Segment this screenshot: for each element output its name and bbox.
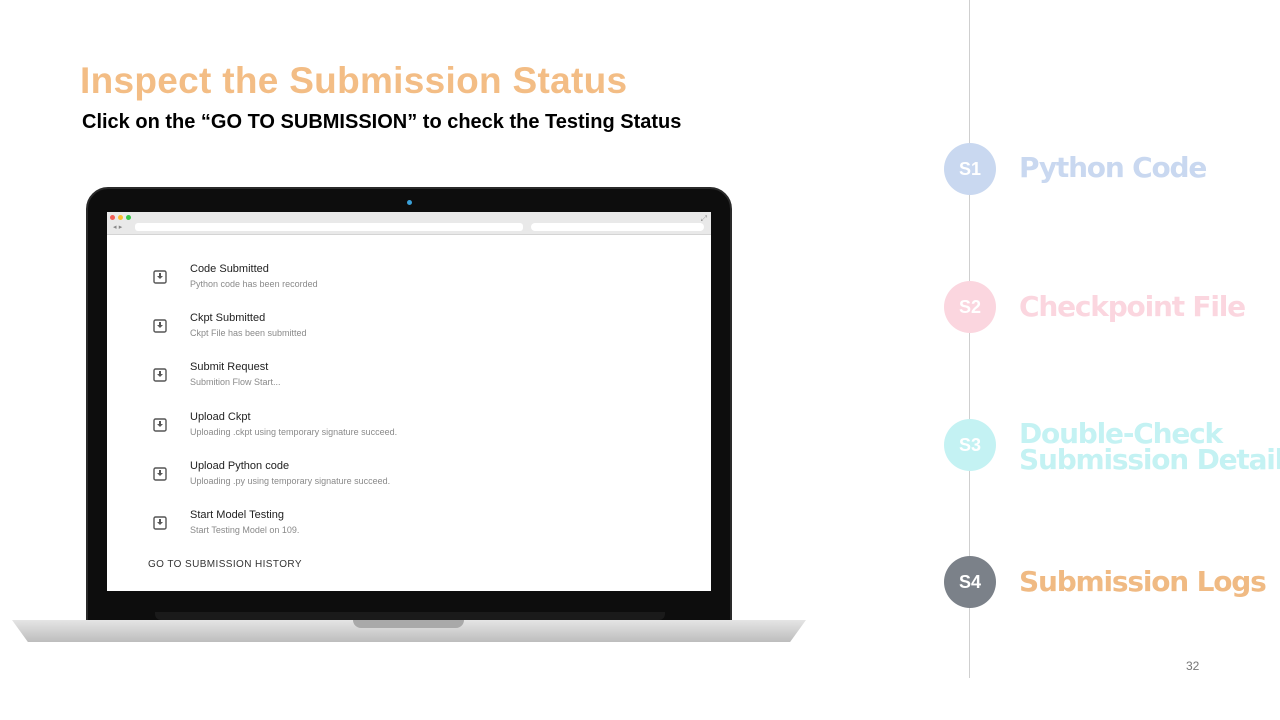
- webcam-icon: [407, 200, 412, 205]
- step-label-submission-logs: Submission Logs: [1019, 565, 1267, 598]
- step-badge-s2: S2: [944, 281, 996, 333]
- log-title: Upload Python code: [190, 460, 290, 472]
- download-icon: [153, 418, 167, 432]
- step-label-line: Submission Logs: [1019, 565, 1267, 598]
- step-badge-s3: S3: [944, 419, 996, 471]
- slide-title: Inspect the Submission Status: [80, 60, 628, 101]
- go-to-submission-history-button[interactable]: GO TO SUBMISSION HISTORY: [148, 559, 302, 570]
- log-title: Submit Request: [190, 361, 269, 373]
- log-description: Submition Flow Start...: [190, 377, 281, 387]
- back-forward-icon[interactable]: ◂ ▸: [113, 223, 122, 231]
- laptop-hinge: [155, 612, 665, 620]
- fullscreen-icon[interactable]: ⤢: [701, 214, 707, 224]
- browser-toolbar: ◂ ▸ ⤢: [107, 212, 711, 235]
- log-description: Uploading .py using temporary signature …: [190, 476, 391, 486]
- page-number: 32: [1186, 659, 1200, 673]
- minimize-window-button[interactable]: [118, 215, 123, 220]
- log-title: Ckpt Submitted: [190, 312, 266, 324]
- log-description: Uploading .ckpt using temporary signatur…: [190, 427, 398, 437]
- laptop-screen: ◂ ▸ ⤢ Code Submitted Python code has bee…: [107, 212, 711, 591]
- address-bar[interactable]: [135, 223, 523, 231]
- download-icon: [153, 319, 167, 333]
- step-badge-s1: S1: [944, 143, 996, 195]
- log-title: Code Submitted: [190, 263, 269, 275]
- laptop-notch: [353, 620, 464, 628]
- log-description: Start Testing Model on 109.: [190, 525, 300, 535]
- download-icon: [153, 368, 167, 382]
- browser-search-input[interactable]: [531, 223, 704, 231]
- maximize-window-button[interactable]: [126, 215, 131, 220]
- log-title: Start Model Testing: [190, 509, 284, 521]
- step-label-checkpoint-file: Checkpoint File: [1019, 290, 1246, 323]
- log-description: Python code has been recorded: [190, 279, 318, 289]
- log-description: Ckpt File has been submitted: [190, 328, 307, 338]
- download-icon: [153, 270, 167, 284]
- step-badge-s4: S4: [944, 556, 996, 608]
- step-label-line: Python Code: [1019, 151, 1207, 184]
- slide-subtitle: Click on the “GO TO SUBMISSION” to check…: [82, 111, 682, 133]
- step-label-double-check: Double-Check Submission Detail: [1019, 420, 1280, 476]
- download-icon: [153, 467, 167, 481]
- close-window-button[interactable]: [110, 215, 115, 220]
- download-icon: [153, 516, 167, 530]
- step-label-line: Checkpoint File: [1019, 290, 1246, 323]
- window-controls: [110, 215, 131, 220]
- log-title: Upload Ckpt: [190, 411, 251, 423]
- step-label-python-code: Python Code: [1019, 151, 1207, 184]
- step-label-line: Submission Detail: [1019, 443, 1280, 476]
